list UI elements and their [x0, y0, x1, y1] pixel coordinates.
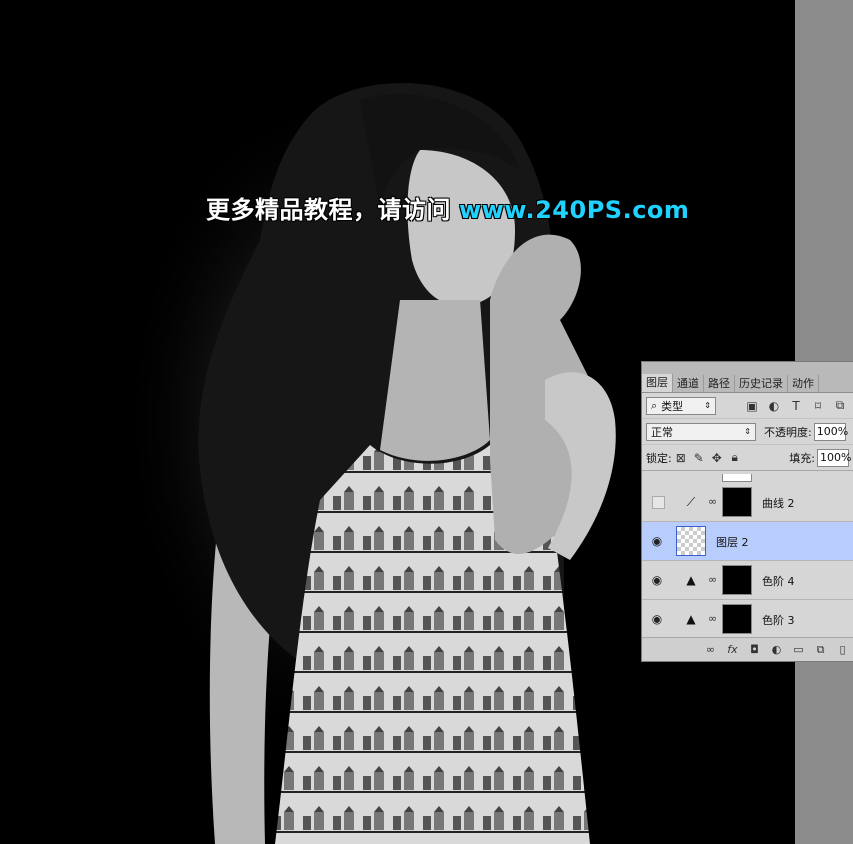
link-chain-icon[interactable]: ∞ [708, 573, 717, 586]
panel-bottom-toolbar: ∞ fx ◘ ◐ ▭ ⧉ ▯ [642, 637, 853, 661]
blend-mode-select[interactable]: 正常 ⇕ [646, 422, 756, 441]
layer-filter-select[interactable]: ⌕ 类型 ⇕ [646, 396, 716, 415]
curves-icon: ⟋ [686, 495, 696, 509]
panel-tabs: 图层 通道 路径 历史记录 动作 [642, 362, 853, 393]
layer-thumbnail[interactable] [676, 526, 706, 556]
tab-actions[interactable]: 动作 [788, 375, 819, 392]
layer-row-levels-4[interactable]: ◉ ▲ ∞ 色阶 4 [642, 561, 853, 600]
layer-name: 图层 2 [716, 536, 749, 549]
search-icon: ⌕ [651, 398, 658, 412]
lock-row: 锁定: ⊠ ✎ ✥ 🔒︎ 填充: 100% [642, 445, 853, 471]
smart-object-filter-icon[interactable]: ⧉ [831, 397, 849, 415]
link-chain-icon[interactable]: ∞ [708, 495, 717, 508]
layer-name: 色阶 4 [762, 575, 795, 588]
layer-list[interactable]: ⟋ ∞ 曲线 2 ◉ 图层 2 ◉ ▲ ∞ 色阶 4 ◉ ▲ ∞ 色阶 3 [642, 483, 853, 639]
partial-layer-thumbnail [722, 474, 752, 482]
levels-icon: ▲ [686, 612, 696, 626]
new-adjustment-icon[interactable]: ◐ [770, 643, 783, 656]
adjustment-filter-icon[interactable]: ◐ [765, 397, 783, 415]
lock-transparent-icon[interactable]: ⊠ [672, 449, 690, 467]
new-group-folder-icon[interactable]: ▭ [792, 643, 805, 656]
opacity-input[interactable]: 100% [813, 422, 848, 441]
tab-channels[interactable]: 通道 [673, 375, 704, 392]
tab-layers[interactable]: 图层 [642, 374, 673, 392]
shape-filter-icon[interactable]: ⌑ [809, 397, 827, 415]
add-mask-icon[interactable]: ◘ [748, 643, 761, 656]
eye-icon[interactable]: ◉ [650, 612, 664, 626]
layer-mask-thumbnail[interactable] [722, 487, 752, 517]
visibility-toggle-off[interactable] [652, 496, 665, 509]
watermark-text: 更多精品教程，请访问 www.240PS.com [206, 196, 690, 224]
layer-row-curves-2[interactable]: ⟋ ∞ 曲线 2 [642, 483, 853, 522]
link-layers-icon[interactable]: ∞ [704, 643, 717, 656]
eye-icon[interactable]: ◉ [650, 573, 664, 587]
levels-icon: ▲ [686, 573, 696, 587]
lock-label: 锁定: [646, 451, 672, 465]
layer-mask-thumbnail[interactable] [722, 565, 752, 595]
filter-row: ⌕ 类型 ⇕ ▣ ◐ T ⌑ ⧉ [642, 393, 853, 419]
fx-icon[interactable]: fx [726, 643, 739, 656]
fill-label: 填充: [789, 451, 815, 465]
delete-layer-icon[interactable]: ▯ [836, 643, 849, 656]
image-filter-icon[interactable]: ▣ [743, 397, 761, 415]
opacity-label: 不透明度: [764, 425, 812, 439]
eye-icon[interactable]: ◉ [650, 534, 664, 548]
lock-all-icon[interactable]: 🔒︎ [726, 449, 744, 467]
new-layer-icon[interactable]: ⧉ [814, 643, 827, 657]
tab-history[interactable]: 历史记录 [735, 375, 788, 392]
fill-input[interactable]: 100% [817, 448, 851, 467]
lock-pixels-brush-icon[interactable]: ✎ [690, 449, 708, 467]
layer-name: 曲线 2 [762, 497, 795, 510]
stepper-icon: ⇕ [744, 427, 751, 436]
tab-paths[interactable]: 路径 [704, 375, 735, 392]
type-filter-icon[interactable]: T [787, 397, 805, 415]
layer-mask-thumbnail[interactable] [722, 604, 752, 634]
layers-panel[interactable]: 图层 通道 路径 历史记录 动作 ⌕ 类型 ⇕ ▣ ◐ T ⌑ ⧉ 正常 ⇕ 不… [641, 361, 853, 662]
layer-row-levels-3[interactable]: ◉ ▲ ∞ 色阶 3 [642, 600, 853, 639]
layer-name: 色阶 3 [762, 614, 795, 627]
link-chain-icon[interactable]: ∞ [708, 612, 717, 625]
layer-row-layer-2[interactable]: ◉ 图层 2 [642, 522, 853, 561]
stepper-icon: ⇕ [704, 401, 711, 410]
blend-row: 正常 ⇕ 不透明度: 100% [642, 419, 853, 445]
lock-position-move-icon[interactable]: ✥ [708, 449, 726, 467]
